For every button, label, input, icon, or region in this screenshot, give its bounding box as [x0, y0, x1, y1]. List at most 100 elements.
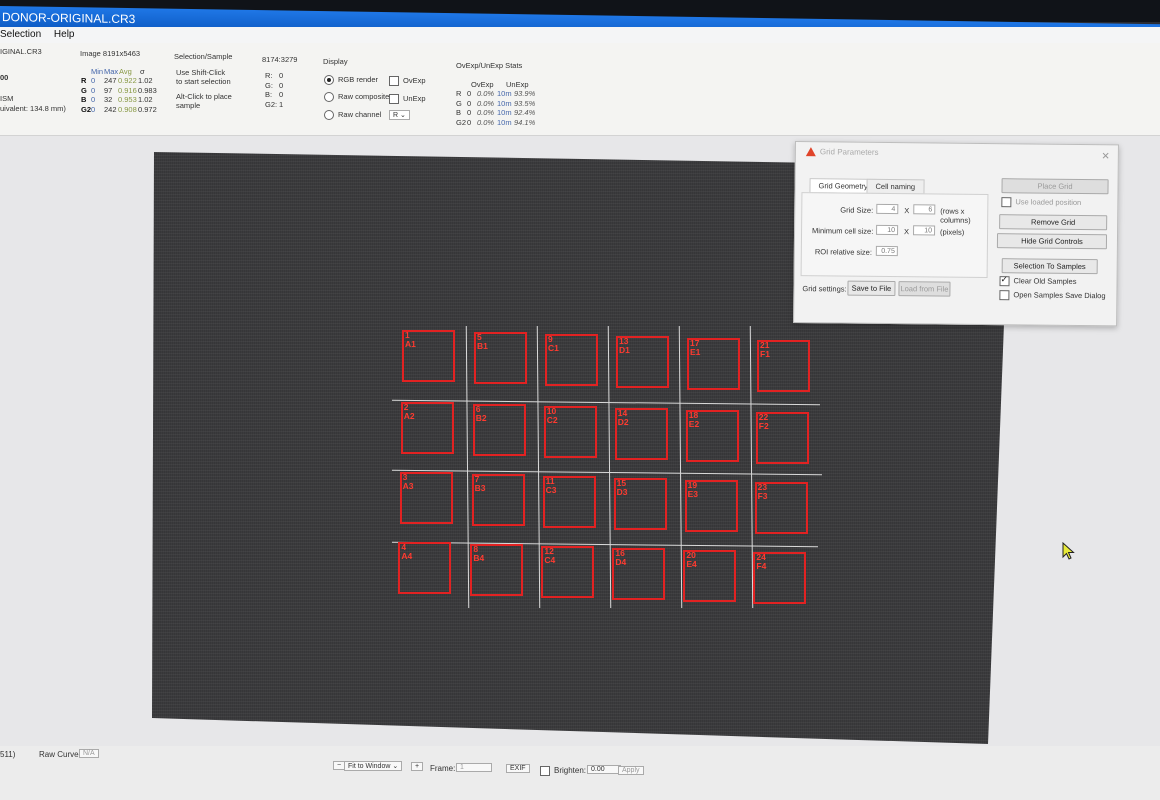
fit-to-window-select[interactable]: Fit to Window ⌄: [344, 761, 403, 771]
grid-cell[interactable]: 8 B4: [470, 544, 524, 596]
unexp-percent: 94.1%: [514, 117, 536, 127]
grid-cell[interactable]: 12 C4: [541, 546, 595, 598]
radio-on-icon: [324, 75, 334, 86]
grid-cell[interactable]: 2 A2: [400, 402, 454, 454]
stats-header-avg: Avg: [119, 67, 132, 76]
zoom-in-button[interactable]: +: [411, 762, 424, 771]
grid-cell[interactable]: 11 C3: [542, 476, 596, 528]
stats-max-value: 32: [104, 95, 113, 104]
menu-bar: Selection Help: [0, 27, 1160, 43]
radio-raw-composite[interactable]: Raw composite: [324, 92, 389, 103]
save-to-file-button[interactable]: Save to File: [847, 280, 896, 297]
clear-old-samples-checkbox[interactable]: Clear Old Samples: [999, 276, 1077, 287]
grid-col-divider: [465, 326, 470, 608]
pixel-channel-value: 1: [279, 99, 284, 109]
min-height-spinner[interactable]: 10: [913, 225, 936, 236]
grid-cell-label: 12 C4: [544, 546, 556, 565]
raw-curve-label: Raw Curve:: [39, 750, 81, 759]
stats-avg-value: 0.916: [118, 85, 137, 95]
open-save-dialog-checkbox[interactable]: Open Samples Save Dialog: [999, 290, 1106, 301]
apply-button[interactable]: Apply: [618, 766, 644, 775]
stats-min-value: 0: [91, 104, 96, 114]
unexp-header: UnExp: [506, 80, 529, 89]
exif-button[interactable]: EXIF: [506, 764, 530, 773]
grid-cell[interactable]: 17 E1: [687, 338, 740, 390]
remove-grid-button[interactable]: Remove Grid: [999, 214, 1108, 231]
grid-row-divider: [392, 469, 822, 476]
radio-rgb-render[interactable]: RGB render: [324, 75, 378, 86]
grid-geometry-pane: Grid Size: 4 X 6 (rows x columns) Minimu…: [800, 192, 989, 279]
ovexp-channel-label: B: [456, 108, 462, 117]
checkbox-icon: [540, 766, 550, 776]
focal-equivalent: uivalent: 134.8 mm): [0, 104, 66, 113]
close-icon[interactable]: ✕: [1101, 151, 1110, 162]
grid-cell-label: 3 A3: [402, 472, 414, 491]
grid-cell[interactable]: 14 D2: [614, 408, 668, 460]
grid-cols-spinner[interactable]: 6: [913, 204, 936, 215]
grid-cell[interactable]: 21 F1: [757, 340, 810, 392]
rows-cols-note: (rows x columns): [940, 206, 971, 225]
stats-avg-value: 0.953: [118, 95, 137, 104]
checkbox-icon: [389, 94, 399, 105]
grid-cell[interactable]: 18 E2: [685, 410, 739, 462]
menu-selection[interactable]: Selection: [0, 29, 41, 40]
selection-to-samples-button[interactable]: Selection To Samples: [1001, 258, 1098, 275]
stats-max-value: 97: [104, 85, 113, 95]
roi-spinner[interactable]: 0.75: [875, 245, 898, 257]
load-from-file-button[interactable]: Load from File: [898, 281, 951, 297]
grid-cell[interactable]: 3 A3: [399, 472, 453, 524]
grid-cell[interactable]: 23 F3: [754, 482, 808, 534]
zoom-fragment: 00: [0, 73, 9, 82]
grid-cell[interactable]: 9 C1: [545, 334, 598, 386]
grid-cell[interactable]: 4 A4: [398, 542, 452, 594]
grid-cell[interactable]: 10 C2: [543, 406, 597, 458]
raw-channel-select[interactable]: R ⌄: [389, 110, 410, 120]
grid-settings-label: Grid settings:: [802, 284, 847, 294]
grid-cell-label: 20 E4: [686, 550, 697, 569]
stats-header-sd: σ: [140, 67, 145, 76]
brighten-checkbox[interactable]: Brighten:: [540, 766, 586, 776]
times-label: X: [904, 227, 910, 237]
grid-cell-label: 24 F4: [756, 552, 767, 571]
grid-cell[interactable]: 7 B3: [471, 474, 525, 526]
grid-cell[interactable]: 24 F4: [753, 552, 807, 604]
grid-cell[interactable]: 13 D1: [616, 336, 669, 388]
ovexp-percent: 0.0%: [477, 117, 495, 127]
grid-cell[interactable]: 1 A1: [402, 330, 455, 382]
grid-cell-label: 22 F2: [758, 412, 769, 431]
ovexp-checkbox[interactable]: OvExp: [389, 76, 426, 87]
use-loaded-checkbox[interactable]: Use loaded position: [1001, 197, 1081, 208]
ovexp-count: 0: [467, 108, 472, 117]
grid-cell[interactable]: 19 E3: [684, 480, 738, 532]
selection-help-2: to start selection: [176, 77, 231, 86]
ovexp-count: 0: [467, 89, 472, 98]
grid-cell[interactable]: 5 B1: [474, 332, 527, 384]
grid-cell[interactable]: 16 D4: [612, 548, 666, 600]
radio-raw-channel[interactable]: Raw channel: [324, 110, 381, 121]
grid-col-divider: [678, 326, 683, 608]
unexp-checkbox[interactable]: UnExp: [389, 94, 426, 105]
grid-cell-label: 2 A2: [403, 402, 415, 421]
grid-rows-spinner[interactable]: 4: [876, 203, 899, 215]
grid-cell[interactable]: 20 E4: [683, 550, 737, 602]
unexp-percent: 93.9%: [514, 89, 536, 98]
grid-cell-label: 5 B1: [477, 332, 488, 351]
grid-cell-label: 4 A4: [401, 542, 413, 561]
frame-input[interactable]: 1: [456, 763, 492, 772]
grid-cell[interactable]: 15 D3: [613, 478, 667, 530]
grid-cell[interactable]: 22 F2: [755, 412, 809, 464]
stats-header-min: Min: [91, 67, 104, 76]
hide-grid-controls-button[interactable]: Hide Grid Controls: [996, 233, 1108, 250]
stats-min-value: 0: [91, 76, 96, 85]
grid-cell[interactable]: 6 B2: [472, 404, 526, 456]
menu-help[interactable]: Help: [54, 29, 75, 40]
info-panel: IGINAL.CR3 00 ISM uivalent: 134.8 mm) Im…: [0, 43, 1160, 136]
place-grid-button[interactable]: Place Grid: [1001, 178, 1109, 195]
brighten-input[interactable]: 0.00: [587, 765, 621, 774]
min-width-spinner[interactable]: 10: [876, 224, 899, 236]
unexp-percent: 92.4%: [514, 108, 536, 117]
stats-channel-label: G2: [81, 104, 92, 114]
grid-size-label: Grid Size:: [840, 205, 874, 215]
grid-cell-label: 9 C1: [548, 334, 559, 353]
stats-sd-value: 1.02: [138, 76, 153, 85]
